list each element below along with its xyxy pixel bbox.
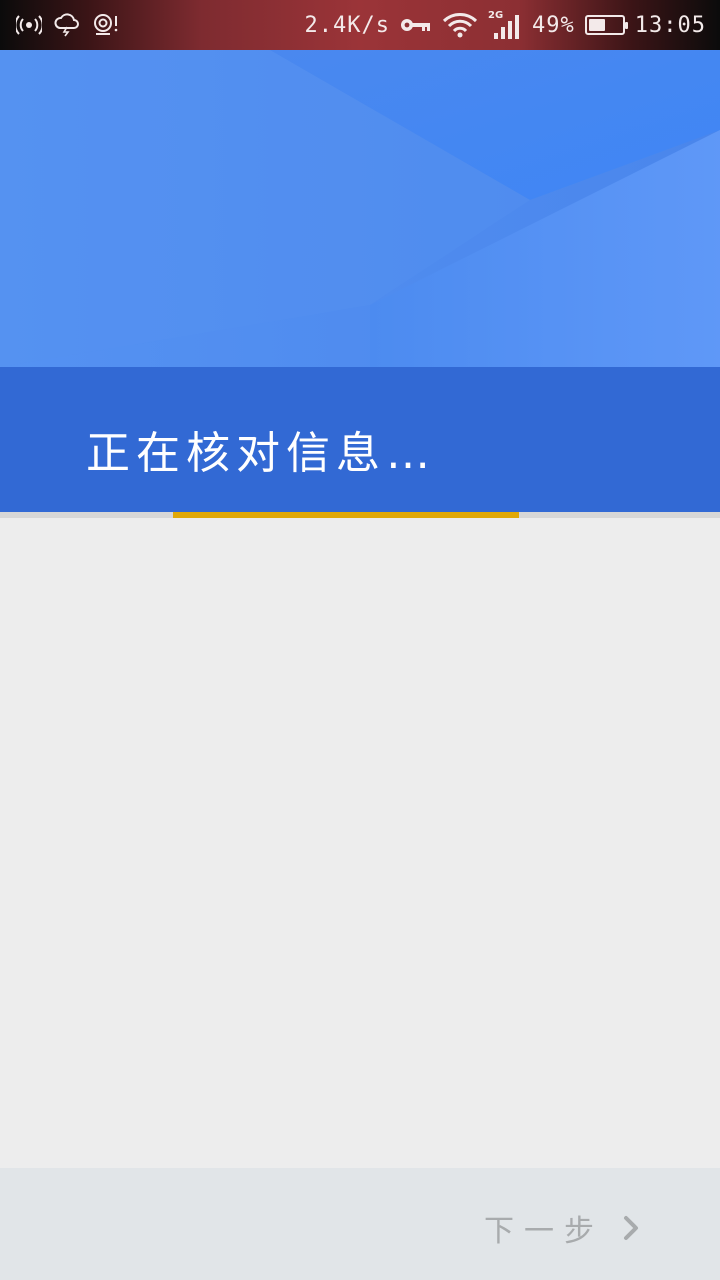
status-bar: 2.4K/s 2G 49% 13:05 (0, 0, 720, 50)
screen: 2.4K/s 2G 49% 13:05 正在核对信息… 下一步 (0, 0, 720, 1280)
battery-icon (584, 15, 628, 35)
wifi-icon (442, 12, 478, 38)
title-band: 正在核对信息… (0, 367, 720, 512)
chevron-right-icon (622, 1214, 640, 1242)
battery-percent: 49% (532, 12, 575, 38)
header-banner: 正在核对信息… (0, 50, 720, 512)
loading-title: 正在核对信息… (86, 428, 436, 479)
network-type-label: 2G (488, 10, 503, 21)
content-area (0, 518, 720, 1168)
next-step-button[interactable]: 下一步 (484, 1206, 640, 1250)
signal-icon: 2G (488, 9, 522, 41)
weather-storm-icon (54, 13, 80, 37)
battery-level (588, 19, 605, 31)
nfc-alert-icon (92, 13, 120, 37)
clock: 13:05 (634, 12, 706, 38)
status-icons-left (16, 13, 120, 37)
bottom-bar: 下一步 (0, 1168, 720, 1280)
status-icons-right: 2.4K/s 2G 49% 13:05 (305, 9, 706, 41)
hotspot-icon (16, 14, 42, 36)
next-step-label: 下一步 (484, 1214, 604, 1249)
key-icon (400, 16, 432, 34)
network-speed: 2.4K/s (304, 12, 391, 38)
